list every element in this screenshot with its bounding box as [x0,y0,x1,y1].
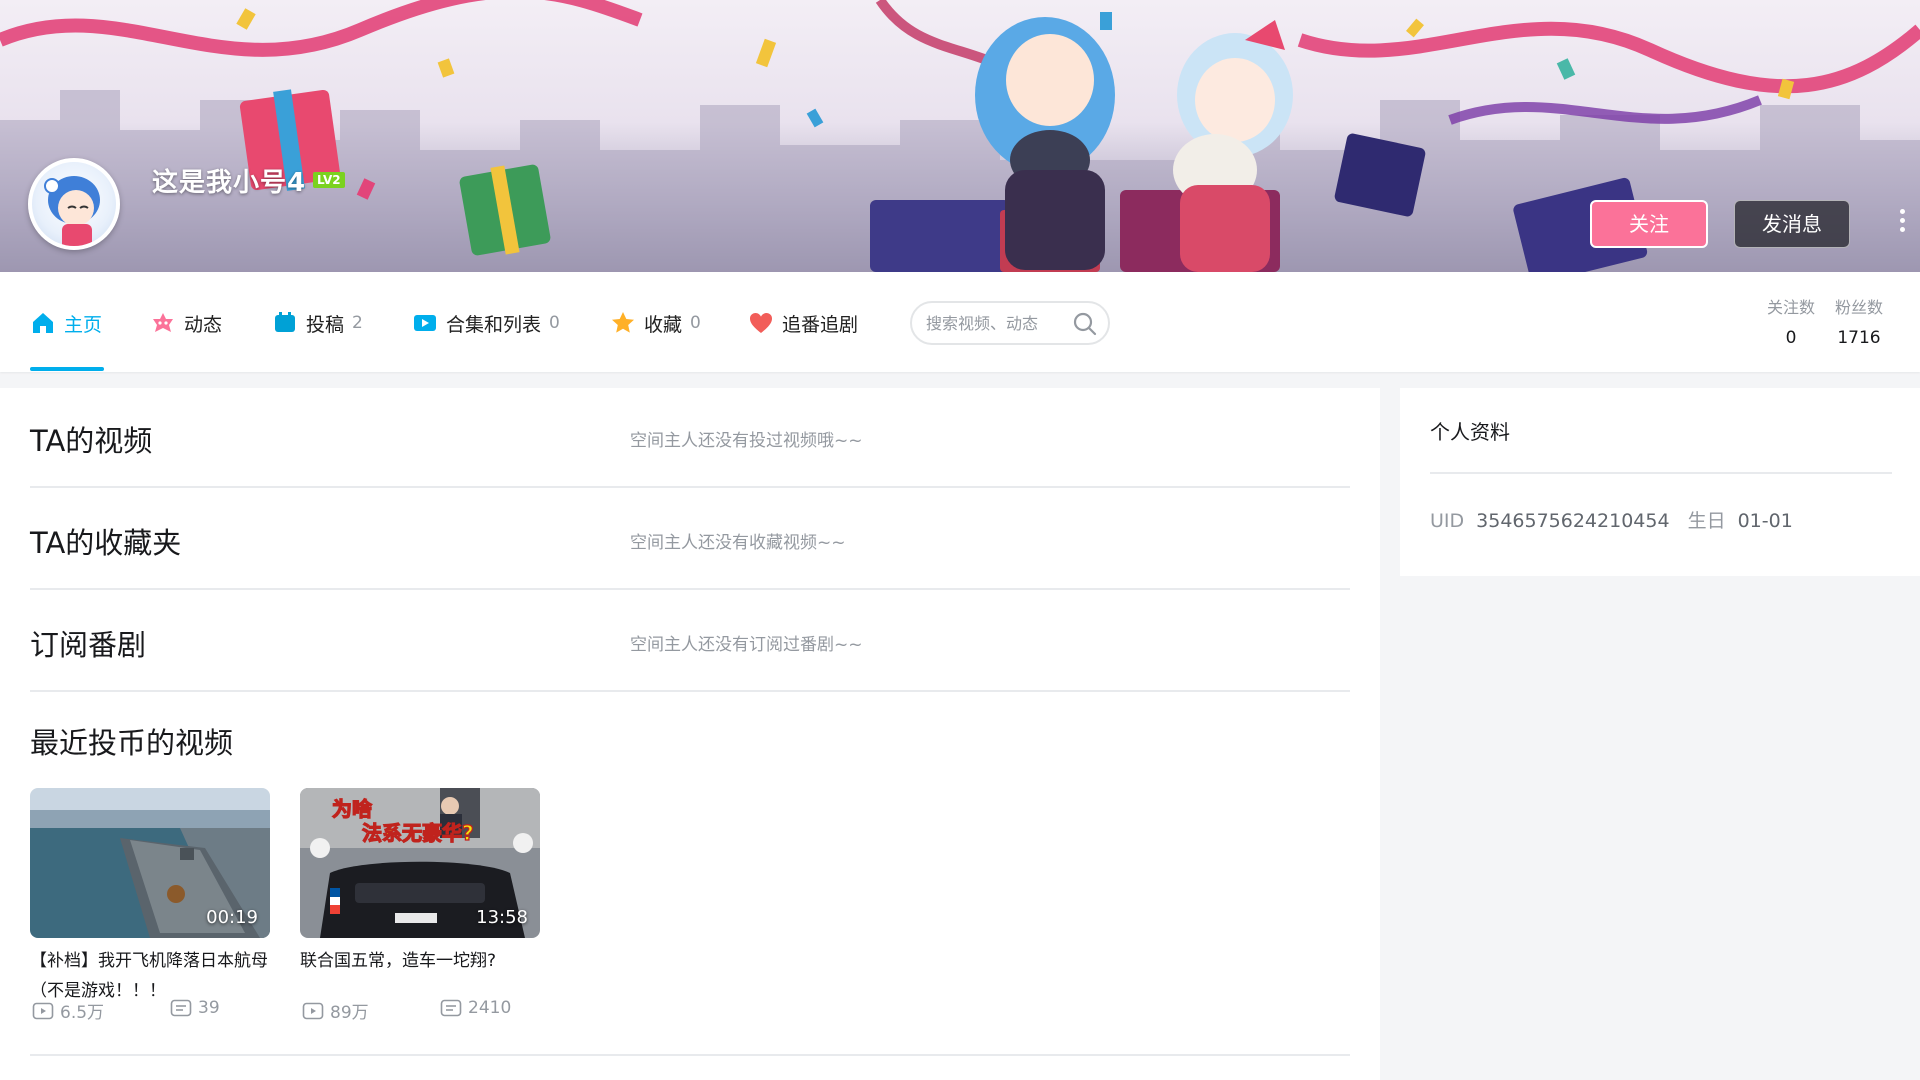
empty-text: 空间主人还没有订阅过番剧~~ [630,635,863,655]
section-title[interactable]: TA的收藏夹 [30,520,181,562]
section-bangumi: 订阅番剧 空间主人还没有订阅过番剧~~ [30,592,1350,692]
upload-icon [275,312,295,332]
video-card[interactable]: 为啥 法系无豪华? 13:58 联合国五常，造车一坨翔? [300,788,540,976]
search-input[interactable] [926,311,1076,335]
heart-icon [750,313,772,333]
video-plays: 6.5万 [32,998,104,1023]
fans-count: 1716 [1837,328,1881,348]
tab-uploads-count: 2 [352,313,363,333]
dynamic-icon [153,313,173,332]
comment-count: 39 [198,998,220,1018]
send-message-button[interactable]: 发消息 [1734,200,1850,248]
following-stat[interactable]: 关注数 0 [1756,294,1826,348]
tab-collections-label: 合集和列表 [446,313,542,336]
tab-uploads[interactable]: 投稿 2 [272,308,363,338]
video-duration: 00:19 [206,907,258,928]
home-icon [33,313,53,333]
birthday-value: 01-01 [1737,510,1793,532]
tab-collections[interactable]: 合集和列表 0 [412,308,560,338]
birthday-label: 生日 [1687,510,1726,532]
tab-bangumi[interactable]: 追番追剧 [748,308,858,338]
tab-uploads-label: 投稿 [306,313,345,336]
avatar[interactable] [28,158,120,250]
tab-home[interactable]: 主页 [30,308,102,338]
video-title[interactable]: 【补档】我开飞机降落日本航母（不是游戏！！！ [30,946,270,1006]
play-count: 6.5万 [60,1003,105,1023]
video-duration: 13:58 [476,907,528,928]
video-thumbnail[interactable]: 为啥 法系无豪华? 13:58 [300,788,540,938]
comment-count-icon [170,999,192,1017]
tab-favorites[interactable]: 收藏 0 [610,308,701,338]
video-thumbnail[interactable]: 00:19 [30,788,270,938]
video-card[interactable]: 00:19 【补档】我开飞机降落日本航母（不是游戏！！！ [30,788,270,1006]
profile-info-row: UID 3546575624210454 生日 01-01 [1430,506,1793,533]
profile-card: 个人资料 UID 3546575624210454 生日 01-01 [1400,388,1920,576]
collection-icon [414,315,436,331]
star-icon [612,312,634,333]
play-count-icon [32,1002,54,1019]
divider [1430,472,1892,474]
level-badge: LV2 [313,172,345,188]
space-search-box[interactable] [910,301,1110,345]
thumb-text-1: 为啥 [332,797,373,821]
video-plays: 89万 [302,998,369,1023]
uid-label: UID [1430,510,1465,532]
uid-value: 3546575624210454 [1476,510,1670,532]
tab-collections-count: 0 [549,313,560,333]
section-title[interactable]: 订阅番剧 [30,622,146,664]
play-count-icon [302,1002,324,1019]
active-tab-indicator [30,367,104,371]
more-options-icon[interactable] [1896,206,1908,240]
tab-favorites-count: 0 [690,313,701,333]
video-title[interactable]: 联合国五常，造车一坨翔? [300,946,540,976]
profile-title: 个人资料 [1430,420,1510,444]
empty-text: 空间主人还没有投过视频哦~~ [630,431,863,451]
tab-home-label: 主页 [64,313,103,336]
fans-stat[interactable]: 粉丝数 1716 [1824,294,1894,348]
space-nav-bar: 主页 动态 投稿 2 合集和列表 0 收藏 0 追番追剧 搜索视频、动态 关注数… [0,272,1920,372]
video-comments: 39 [170,998,220,1018]
comment-count: 2410 [468,998,512,1018]
thumb-text-2: 法系无豪华? [362,821,474,845]
section-favorites: TA的收藏夹 空间主人还没有收藏视频~~ [30,490,1350,590]
avatar-image [44,176,100,246]
username: 这是我小号4 [152,168,307,198]
follow-button[interactable]: 关注 [1590,200,1708,248]
tab-bangumi-label: 追番追剧 [782,313,859,336]
play-count: 89万 [330,1003,369,1023]
empty-text: 空间主人还没有收藏视频~~ [630,533,846,553]
tab-dynamic-label: 动态 [184,313,223,336]
following-count: 0 [1785,328,1797,348]
video-comments: 2410 [440,998,511,1018]
coin-videos-title: 最近投币的视频 [30,726,234,760]
divider [30,1054,1350,1056]
search-icon[interactable] [1072,311,1098,337]
following-label: 关注数 [1766,298,1815,317]
tab-favorites-label: 收藏 [644,313,683,336]
tab-dynamic[interactable]: 动态 [150,308,222,338]
section-title[interactable]: TA的视频 [30,418,152,460]
main-content: TA的视频 空间主人还没有投过视频哦~~ TA的收藏夹 空间主人还没有收藏视频~… [0,388,1380,1080]
comment-count-icon [440,999,462,1017]
section-videos: TA的视频 空间主人还没有投过视频哦~~ [30,388,1350,488]
fans-label: 粉丝数 [1834,298,1883,317]
